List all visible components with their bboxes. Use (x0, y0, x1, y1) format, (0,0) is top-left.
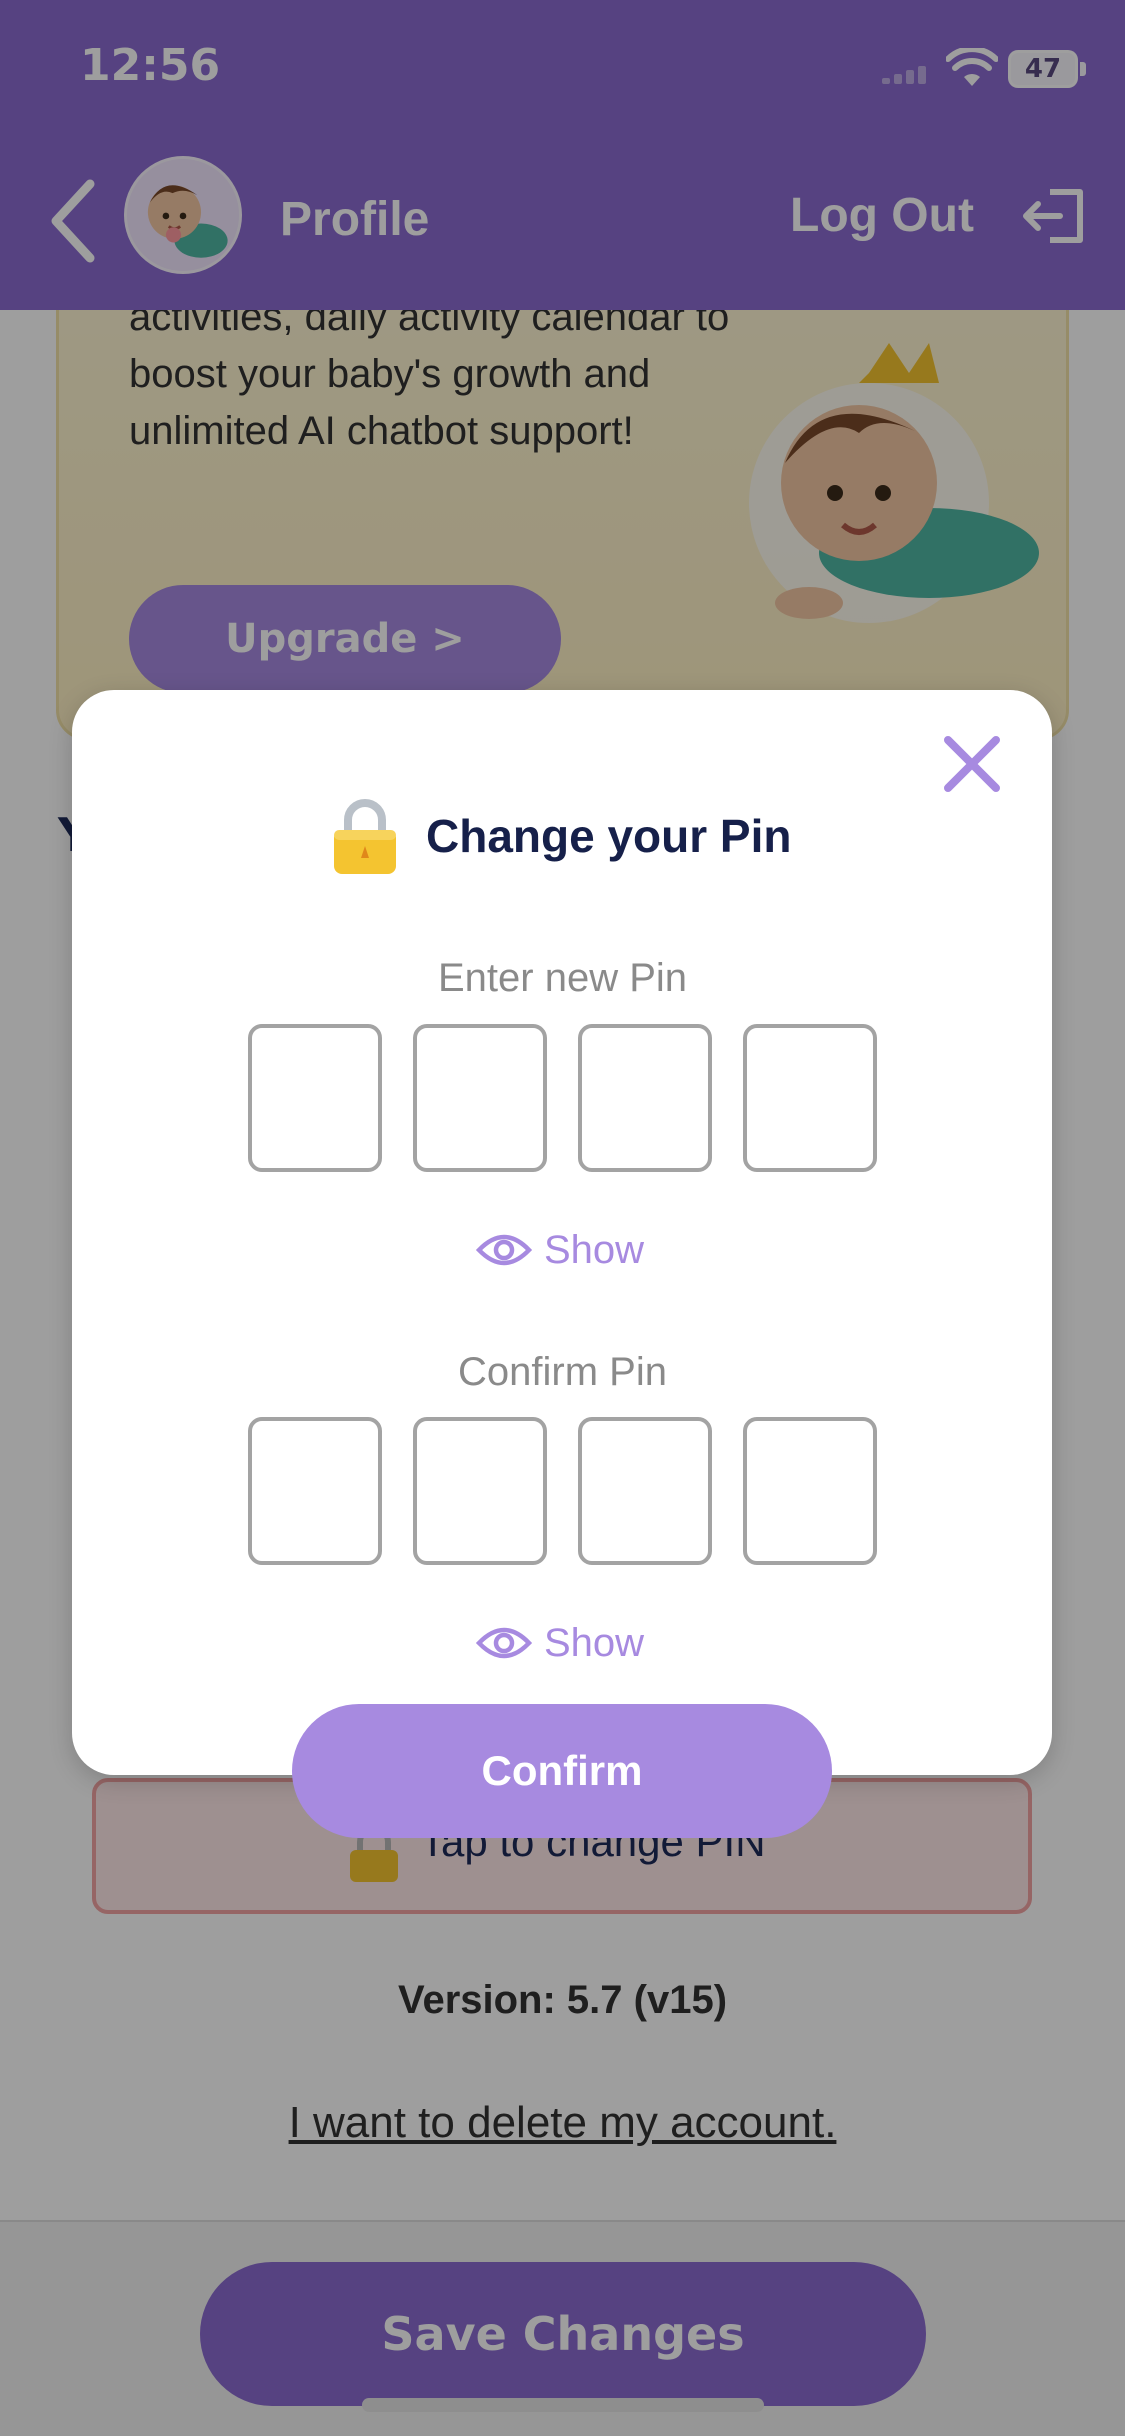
new-pin-digit-2[interactable] (413, 1024, 547, 1172)
new-pin-digit-4[interactable] (743, 1024, 877, 1172)
eye-icon (476, 1234, 532, 1266)
close-icon[interactable] (940, 732, 1004, 796)
confirm-pin-digit-1[interactable] (248, 1417, 382, 1565)
modal-header: Change your Pin (330, 796, 791, 876)
show-confirm-pin-toggle[interactable]: Show (476, 1613, 644, 1673)
show-label: Show (544, 1227, 645, 1272)
lock-icon (334, 799, 396, 874)
eye-icon (476, 1627, 532, 1659)
confirm-button[interactable]: Confirm (292, 1704, 832, 1838)
modal-title: Change your Pin (426, 810, 792, 862)
show-label: Show (544, 1620, 645, 1665)
show-new-pin-toggle[interactable]: Show (476, 1220, 644, 1280)
new-pin-digit-3[interactable] (578, 1024, 712, 1172)
new-pin-digit-1[interactable] (248, 1024, 382, 1172)
confirm-pin-digit-3[interactable] (578, 1417, 712, 1565)
confirm-pin-digit-4[interactable] (743, 1417, 877, 1565)
new-pin-label: Enter new Pin (437, 956, 688, 1000)
confirm-pin-digit-2[interactable] (413, 1417, 547, 1565)
confirm-pin-label: Confirm Pin (458, 1350, 667, 1394)
